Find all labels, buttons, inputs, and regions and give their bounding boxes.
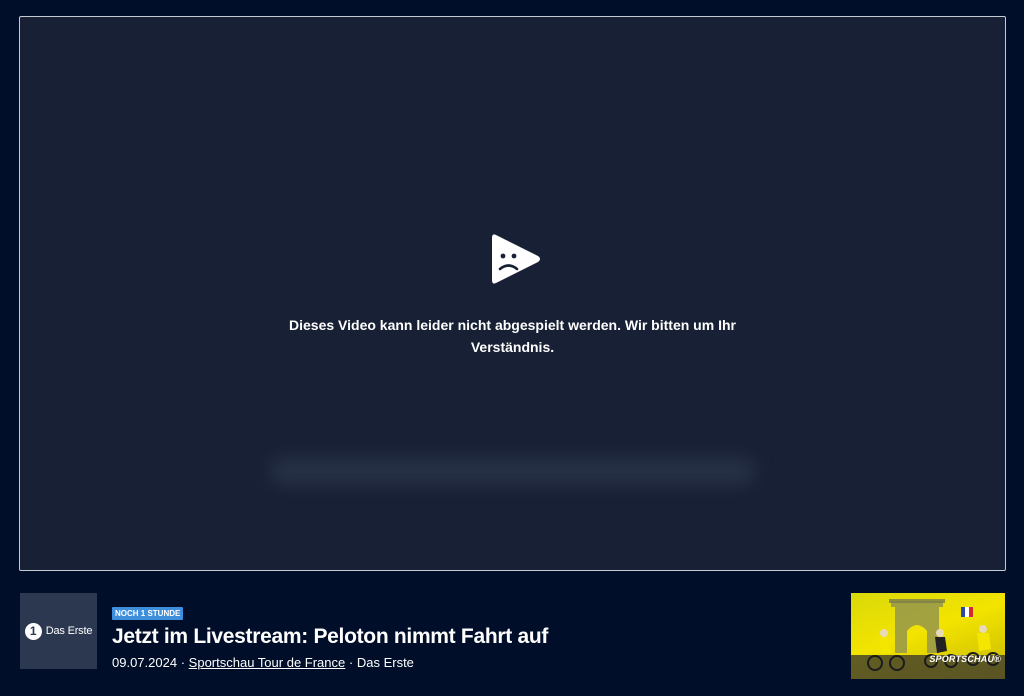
video-player[interactable]: Dieses Video kann leider nicht abgespiel… [19, 16, 1006, 571]
error-message: Dieses Video kann leider nicht abgespiel… [289, 317, 736, 355]
das-erste-logo-icon: 1 [24, 622, 42, 640]
thumbnail-illustration [851, 599, 1005, 679]
show-link[interactable]: Sportschau Tour de France [189, 655, 346, 670]
channel-logo-text: Das Erste [45, 625, 93, 637]
meta-separator: · [348, 655, 354, 670]
video-info: NOCH 1 STUNDE Jetzt im Livestream: Pelot… [112, 603, 832, 672]
blurred-hint [270, 457, 755, 485]
video-channel: Das Erste [356, 655, 414, 670]
sad-play-icon [492, 234, 540, 284]
video-title: Jetzt im Livestream: Peloton nimmt Fahrt… [112, 625, 549, 648]
status-badge: NOCH 1 STUNDE [112, 607, 184, 620]
thumbnail-brand: SPORTSCHAU® [929, 654, 1001, 664]
video-meta: 09.07.2024 · Sportschau Tour de France ·… [112, 654, 832, 672]
channel-logo[interactable]: 1 Das Erste [20, 593, 97, 669]
meta-separator: · [180, 655, 186, 670]
video-date: 09.07.2024 [112, 655, 178, 670]
video-thumbnail[interactable]: SPORTSCHAU® [851, 593, 1005, 679]
